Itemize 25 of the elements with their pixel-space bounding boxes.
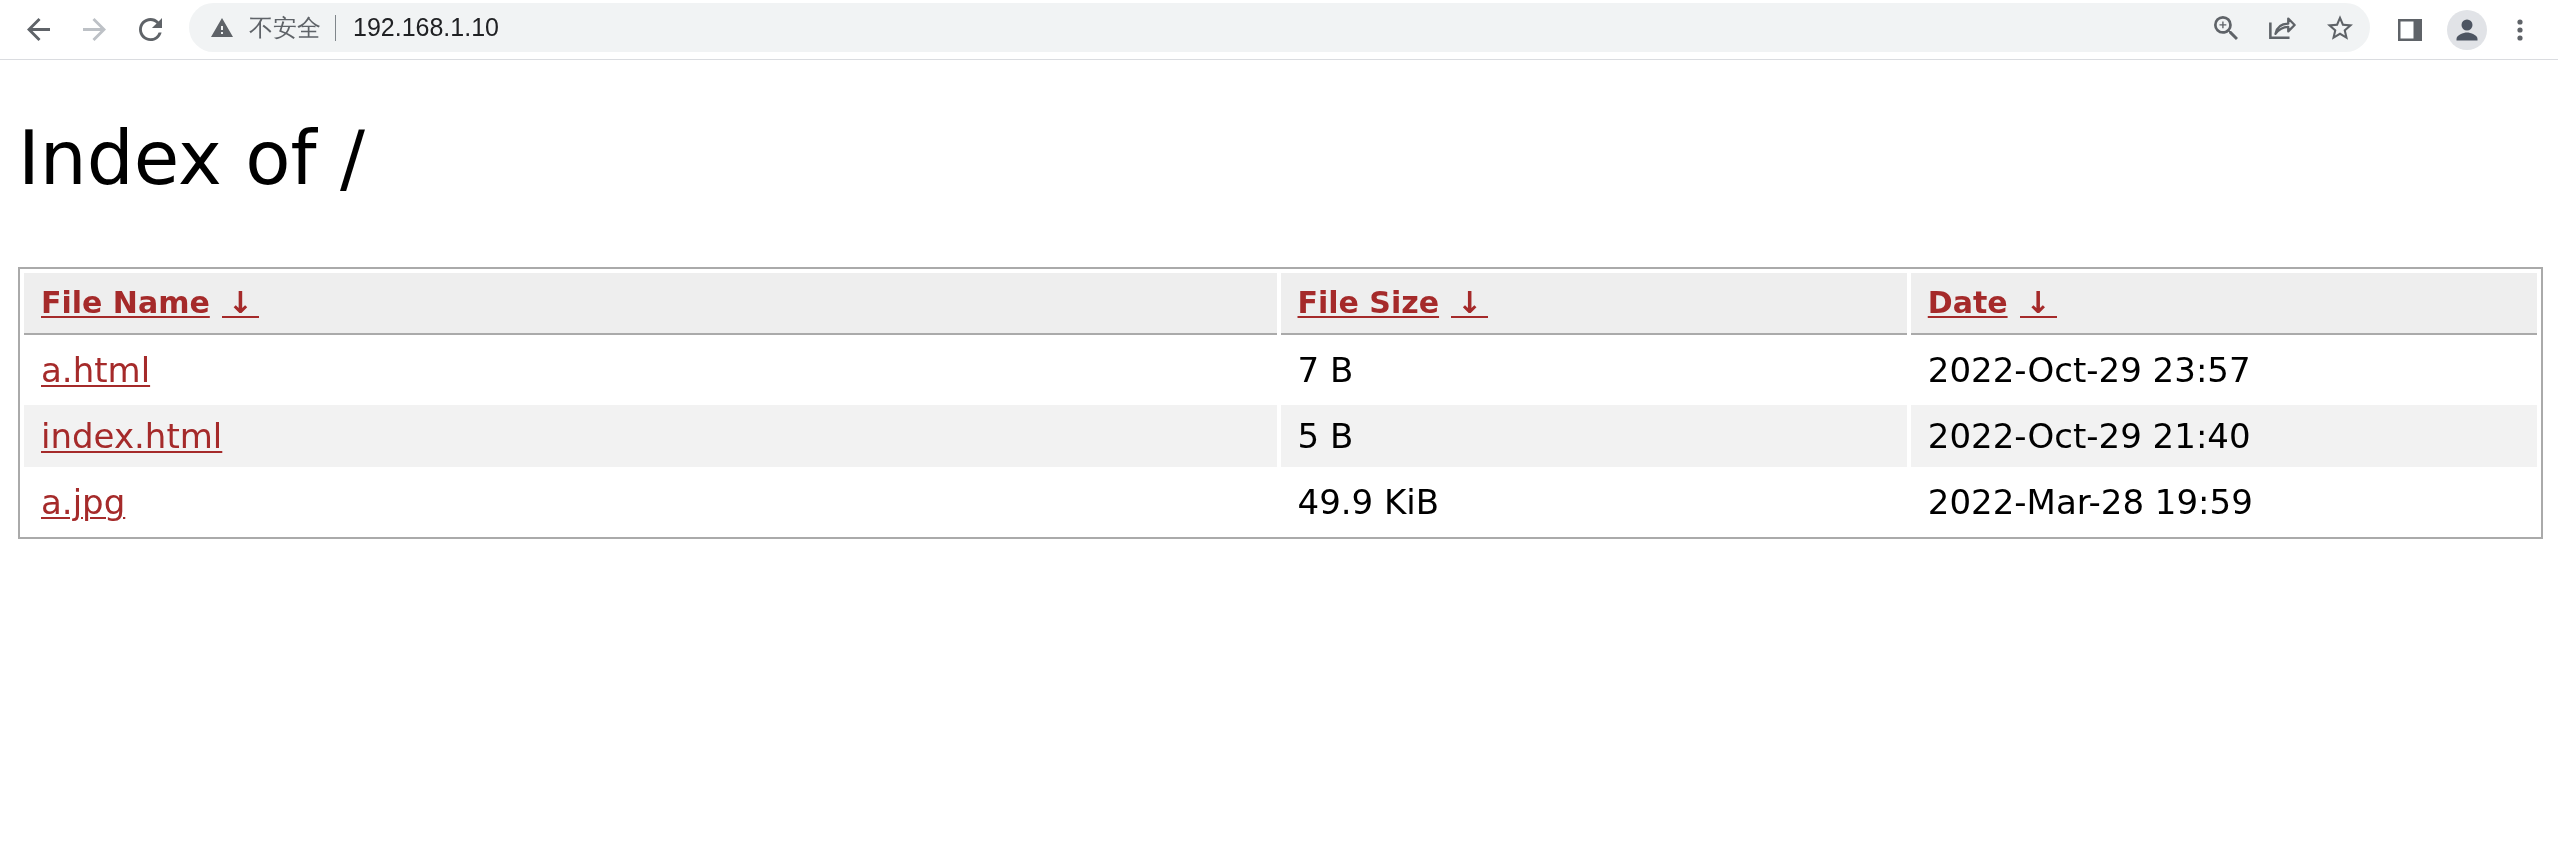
reload-icon[interactable]	[139, 18, 162, 41]
share-icon[interactable]	[2269, 16, 2296, 39]
security-chip[interactable]: 不安全	[211, 11, 321, 44]
avatar-icon[interactable]	[2447, 9, 2487, 50]
url-text: 192.168.1.10	[353, 13, 499, 42]
address-bar[interactable]: 不安全 192.168.1.10	[189, 3, 2370, 52]
star-icon[interactable]	[2327, 15, 2353, 40]
page-title: Index of /	[18, 115, 367, 201]
file-size: 49.9 KiB	[1297, 482, 1440, 522]
modified-date: 2022-Oct-29 23:57	[1927, 350, 2251, 390]
column-sort-link[interactable]: File Size	[1297, 285, 1440, 320]
file-link[interactable]: a.html	[41, 350, 151, 390]
file-link[interactable]: index.html	[41, 416, 223, 456]
file-size: 7 B	[1297, 350, 1354, 390]
side-panel-icon[interactable]	[2398, 18, 2422, 41]
modified-date: 2022-Mar-28 19:59	[1927, 482, 2253, 522]
file-size: 5 B	[1297, 416, 1354, 456]
column-sort-link[interactable]: File Name	[41, 285, 210, 320]
warning-icon	[211, 18, 233, 37]
modified-date: 2022-Oct-29 21:40	[1927, 416, 2251, 456]
more-menu-icon[interactable]	[2517, 18, 2523, 41]
file-link[interactable]: a.jpg	[41, 482, 126, 522]
zoom-in-icon[interactable]	[2214, 15, 2238, 40]
column-sort-link[interactable]: Date	[1927, 285, 2008, 320]
back-arrow-icon[interactable]	[27, 18, 50, 41]
